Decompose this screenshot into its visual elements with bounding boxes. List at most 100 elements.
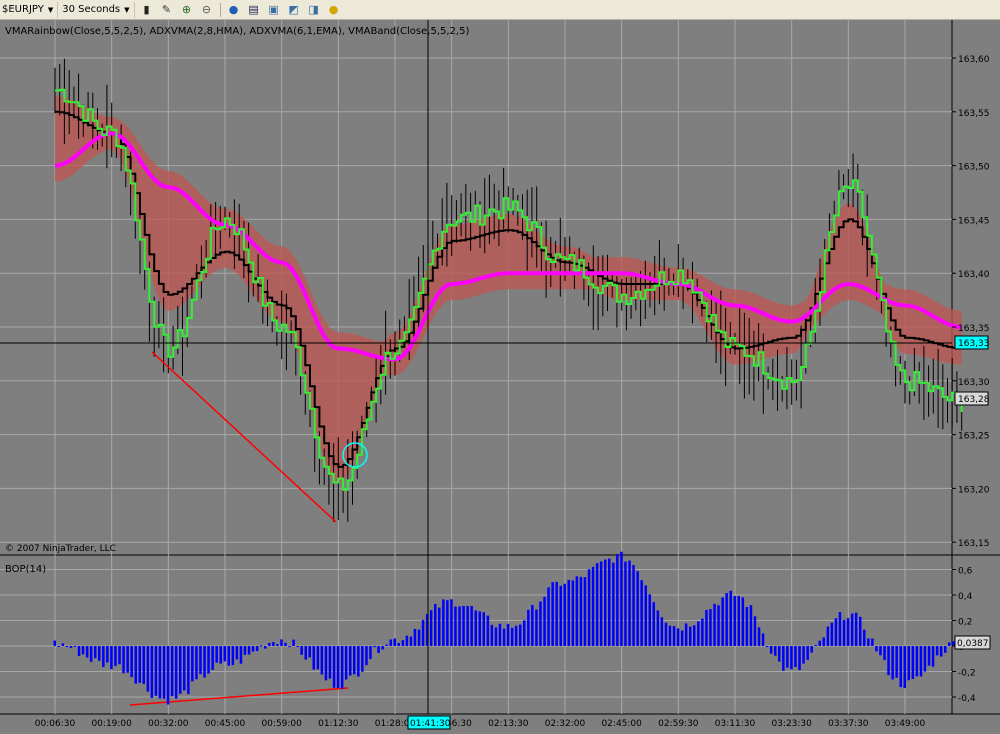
price-tick-label: 163,40 — [958, 270, 990, 280]
price-tick-label: 163,55 — [958, 109, 990, 119]
time-tick-label: 02:32:00 — [545, 719, 586, 729]
bop-bar — [474, 610, 477, 646]
time-tick-label: 03:11:30 — [715, 719, 756, 729]
bop-bar — [616, 554, 619, 646]
bop-bar — [846, 618, 850, 646]
bop-bar — [733, 596, 736, 646]
bop-bar — [170, 646, 174, 697]
crosshair-time-box: 01:41:30 — [407, 715, 451, 730]
bop-bar — [389, 639, 392, 646]
bop-bar — [494, 627, 498, 646]
bop-bar — [61, 643, 65, 646]
bop-bar — [446, 600, 449, 646]
price-tick-label: 163,30 — [958, 378, 990, 388]
bop-bar — [381, 646, 384, 650]
bop-bar — [385, 644, 388, 646]
price-tick-label: 163,25 — [958, 432, 990, 442]
bop-bar — [939, 646, 943, 657]
bop-bar — [749, 605, 753, 646]
bop-bar — [154, 646, 158, 696]
bop-bar — [98, 646, 101, 661]
bop-bar — [304, 646, 307, 660]
bop-bar — [187, 646, 190, 695]
bop-bar — [353, 646, 356, 675]
globe-icon[interactable]: ● — [226, 2, 242, 18]
zoom-in-icon[interactable]: ⊕ — [179, 2, 195, 18]
instrument-label: $EURJPY — [2, 4, 44, 15]
bop-bar — [336, 646, 340, 688]
bop-bar — [138, 646, 141, 683]
bop-bar — [478, 611, 481, 646]
bop-bar — [288, 646, 291, 647]
bop-bar — [697, 621, 700, 646]
strategy-icon[interactable]: ▣ — [266, 2, 282, 18]
bop-bar — [199, 646, 202, 675]
bop-bar — [822, 637, 825, 646]
time-tick-label: 00:32:00 — [148, 719, 189, 729]
bop-bar — [89, 646, 93, 662]
bop-bar — [251, 646, 255, 652]
order-icon[interactable]: ● — [326, 2, 342, 18]
bop-bar — [421, 619, 425, 646]
bop-bar — [235, 646, 239, 660]
bop-bar — [215, 646, 218, 663]
alert-icon[interactable]: ◨ — [306, 2, 322, 18]
bop-bar — [931, 646, 935, 667]
bop-bar — [57, 646, 60, 647]
bop-bar — [863, 629, 866, 646]
draw-pencil-icon[interactable]: ✎ — [159, 2, 175, 18]
bop-bar — [591, 566, 595, 646]
bop-bar — [838, 612, 842, 646]
bop-bar — [757, 627, 761, 646]
bop-bar — [595, 563, 599, 646]
bop-bar — [535, 609, 538, 646]
bop-bar — [65, 646, 69, 647]
bop-bar — [656, 610, 660, 646]
zoom-out-icon[interactable]: ⊖ — [199, 2, 215, 18]
bop-bar — [118, 646, 121, 665]
properties-icon[interactable]: ▤ — [246, 2, 262, 18]
bop-bar — [292, 639, 295, 646]
bop-bar — [434, 604, 437, 646]
bop-bar — [191, 646, 194, 682]
bop-bar — [608, 558, 611, 646]
bop-bar — [122, 646, 125, 674]
interval-selector[interactable]: 30 Seconds ▼ — [60, 1, 135, 18]
last-price-value: 163,28 — [958, 395, 990, 405]
bop-bar — [280, 639, 283, 646]
bop-bar — [774, 646, 777, 656]
bop-bar — [126, 646, 129, 673]
bop-bar — [442, 599, 445, 646]
bop-bar — [405, 635, 409, 646]
bop-bar — [935, 646, 939, 656]
bop-bar — [765, 646, 769, 647]
time-tick-label: 03:23:30 — [771, 719, 812, 729]
bop-bar — [693, 625, 696, 646]
time-tick-label: 02:13:30 — [488, 719, 529, 729]
bop-bar — [413, 628, 417, 646]
price-tick-label: 163,50 — [958, 163, 990, 173]
bop-bar — [559, 585, 562, 646]
bop-bar — [409, 636, 413, 646]
bop-bar — [701, 618, 704, 646]
bop-bar — [514, 625, 518, 646]
bop-bar — [798, 646, 801, 671]
chart-canvas[interactable]: VMARainbow(Close,5,5,2,5), ADXVMA(2,8,HM… — [0, 20, 1000, 734]
bop-bar — [676, 628, 680, 646]
bop-bar — [73, 645, 77, 647]
instrument-selector[interactable]: $EURJPY ▼ — [0, 1, 59, 18]
bop-bar — [482, 612, 485, 646]
bop-bar — [296, 646, 299, 647]
chart-style-icon[interactable]: ▮ — [139, 2, 155, 18]
bop-bar — [506, 623, 510, 646]
bop-bar — [867, 638, 870, 646]
bop-bar — [276, 644, 279, 646]
bop-bar — [94, 646, 97, 659]
bop-bar — [786, 646, 789, 668]
bop-bar — [211, 646, 214, 670]
bop-bar — [344, 646, 348, 680]
bop-bar — [490, 624, 494, 646]
bop-bar — [782, 646, 785, 671]
indicator-icon[interactable]: ◩ — [286, 2, 302, 18]
bop-bar — [510, 627, 514, 646]
